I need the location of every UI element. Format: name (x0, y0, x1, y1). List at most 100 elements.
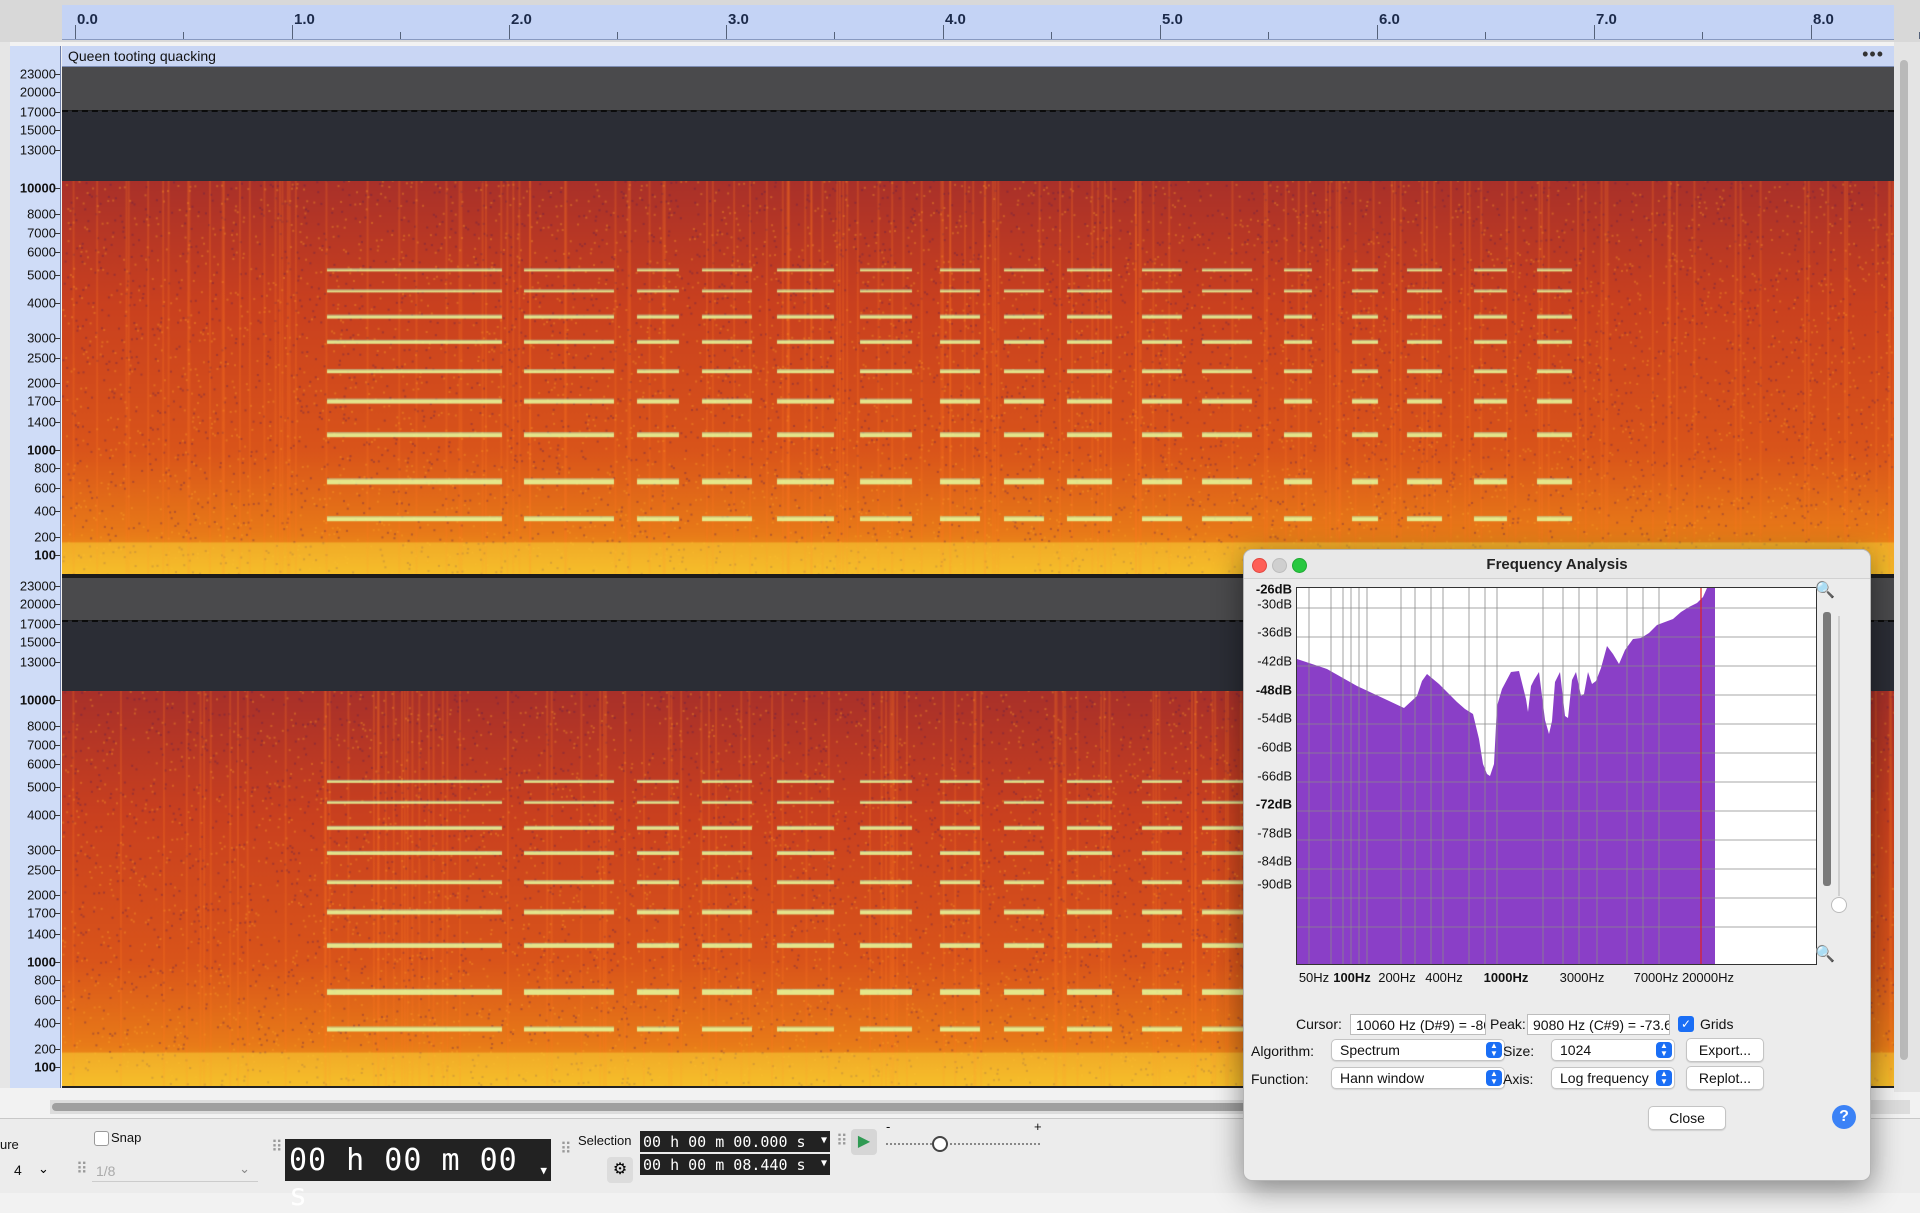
frequency-label: 800 (34, 972, 56, 988)
frequency-tick (55, 92, 60, 93)
axis-select[interactable]: Log frequency ▲ ▼ (1551, 1067, 1675, 1089)
frequency-label: 5000 (27, 267, 56, 283)
spectrum-graph (1297, 588, 1816, 964)
vertical-scrollbar[interactable] (1900, 60, 1908, 1060)
play-at-speed-icon[interactable]: ▶ (851, 1129, 877, 1155)
db-range-scrollbar[interactable] (1823, 612, 1831, 886)
axis-label: Axis: (1503, 1071, 1534, 1087)
frequency-tick (55, 642, 60, 643)
hz-label: 200Hz (1378, 970, 1416, 985)
frequency-tick (55, 586, 60, 587)
measure-value: 4 (14, 1162, 22, 1178)
selection-start[interactable]: 00 h 00 m 00.000 s ▼ (640, 1131, 830, 1152)
speed-slider-track[interactable] (886, 1143, 1040, 1145)
spectrogram-channel-left[interactable] (62, 156, 1894, 576)
zoom-out-icon[interactable]: 🔍 (1815, 944, 1835, 964)
frequency-label: 10000 (19, 692, 56, 708)
time-ruler-tick (400, 32, 401, 39)
zoom-in-icon[interactable]: 🔍 (1815, 580, 1835, 600)
frequency-label: 4000 (27, 807, 56, 823)
time-ruler-tick (1160, 25, 1161, 39)
chevron-down-icon: ▼ (820, 1158, 827, 1169)
frequency-label: 200 (34, 529, 56, 545)
cursor-field[interactable]: 10060 Hz (D#9) = -86 dB (1350, 1014, 1486, 1035)
frequency-label: 13000 (19, 654, 56, 670)
frequency-label: 1000 (27, 954, 56, 970)
snap-select[interactable]: 1/8 ⌄ (92, 1159, 258, 1182)
frequency-scale[interactable]: 23000 20000 17000 15000 13000 10000 8000 7000 60… (10, 46, 61, 1088)
grip-icon[interactable]: ⠿ (560, 1139, 572, 1159)
frequency-label: 15000 (19, 122, 56, 138)
zoom-slider-track[interactable] (1838, 616, 1840, 896)
peak-field[interactable]: 9080 Hz (C#9) = -73.6 dB (1527, 1014, 1670, 1035)
grip-icon[interactable]: ⠿ (76, 1159, 88, 1179)
zoom-slider-thumb[interactable] (1831, 897, 1847, 913)
db-label: -78dB (1257, 825, 1292, 841)
frequency-label: 6000 (27, 244, 56, 260)
speed-slider-thumb[interactable] (932, 1136, 948, 1152)
track-title-bar[interactable]: Queen tooting quacking ••• (62, 44, 1894, 67)
track-menu-button[interactable]: ••• (1862, 44, 1884, 65)
chevron-down-icon: ▼ (540, 1164, 547, 1177)
hz-label: 1000Hz (1483, 970, 1529, 985)
gear-icon[interactable]: ⚙ (607, 1157, 633, 1183)
frequency-label: 3000 (27, 842, 56, 858)
function-label: Function: (1251, 1071, 1309, 1087)
algorithm-select[interactable]: Spectrum ▲ ▼ (1331, 1039, 1505, 1061)
snap-checkbox[interactable] (94, 1131, 109, 1146)
time-ruler-label: 3.0 (728, 11, 749, 28)
grids-checkbox[interactable]: ✓ (1678, 1016, 1694, 1032)
frequency-label: 1700 (27, 393, 56, 409)
frequency-tick (55, 555, 60, 556)
frequency-label: 7000 (27, 225, 56, 241)
time-display[interactable]: 00 h 00 m 00 s ▼ (285, 1139, 551, 1213)
frequency-tick (55, 338, 60, 339)
size-label: Size: (1503, 1043, 1535, 1059)
help-icon[interactable]: ? (1832, 1105, 1856, 1129)
measure-select[interactable]: 4 ⌄ (0, 1159, 54, 1181)
frequency-label: 2000 (27, 375, 56, 391)
db-label: -84dB (1257, 853, 1292, 869)
close-button[interactable]: Close (1648, 1106, 1726, 1130)
function-select[interactable]: Hann window ▲ ▼ (1331, 1067, 1505, 1089)
cursor-label: Cursor: (1296, 1016, 1342, 1032)
frequency-tick (55, 383, 60, 384)
slider-minus: - (886, 1119, 891, 1134)
size-select[interactable]: 1024 ▲ ▼ (1551, 1039, 1675, 1061)
spectrum-fill (1297, 588, 1715, 964)
time-ruler-tick (1268, 32, 1269, 39)
frequency-tick (55, 511, 60, 512)
function-value: Hann window (1340, 1070, 1425, 1086)
nyquist-line (62, 110, 1894, 112)
hz-label: 3000Hz (1559, 970, 1605, 985)
horizontal-scrollbar[interactable] (52, 1103, 1252, 1111)
frequency-tick (55, 934, 60, 935)
time-ruler[interactable]: 0.0 1.0 2.0 3.0 4.0 5.0 6.0 7.0 8.0 (0, 0, 1920, 42)
timeline-bar[interactable]: 0.0 1.0 2.0 3.0 4.0 5.0 6.0 7.0 8.0 (62, 5, 1920, 40)
time-ruler-tick (1594, 25, 1595, 39)
grip-icon[interactable]: ⠿ (836, 1131, 848, 1151)
dialog-title: Frequency Analysis (1486, 556, 1628, 573)
frequency-label: 400 (34, 503, 56, 519)
spectrum-plot[interactable] (1296, 587, 1817, 965)
frequency-label: 10000 (19, 180, 56, 196)
frequency-tick (55, 150, 60, 151)
chevron-down-icon: ⌄ (239, 1161, 250, 1176)
frequency-label: 7000 (27, 737, 56, 753)
dialog-titlebar[interactable]: Frequency Analysis (1244, 550, 1870, 579)
frequency-tick (55, 764, 60, 765)
frequency-tick (55, 624, 60, 625)
spectrogram-upper-band (62, 66, 1894, 110)
frequency-tick (55, 1023, 60, 1024)
frequency-tick (55, 488, 60, 489)
frequency-tick (55, 450, 60, 451)
export-button[interactable]: Export... (1686, 1038, 1764, 1062)
frequency-label: 8000 (27, 206, 56, 222)
selection-end-value: 00 h 00 m 08.440 s (643, 1156, 806, 1174)
time-ruler-label: 7.0 (1596, 11, 1617, 28)
hz-label: 400Hz (1425, 970, 1463, 985)
replot-button[interactable]: Replot... (1686, 1066, 1764, 1090)
selection-end[interactable]: 00 h 00 m 08.440 s ▼ (640, 1154, 830, 1175)
grip-icon[interactable]: ⠿ (271, 1137, 283, 1157)
frequency-tick (55, 980, 60, 981)
